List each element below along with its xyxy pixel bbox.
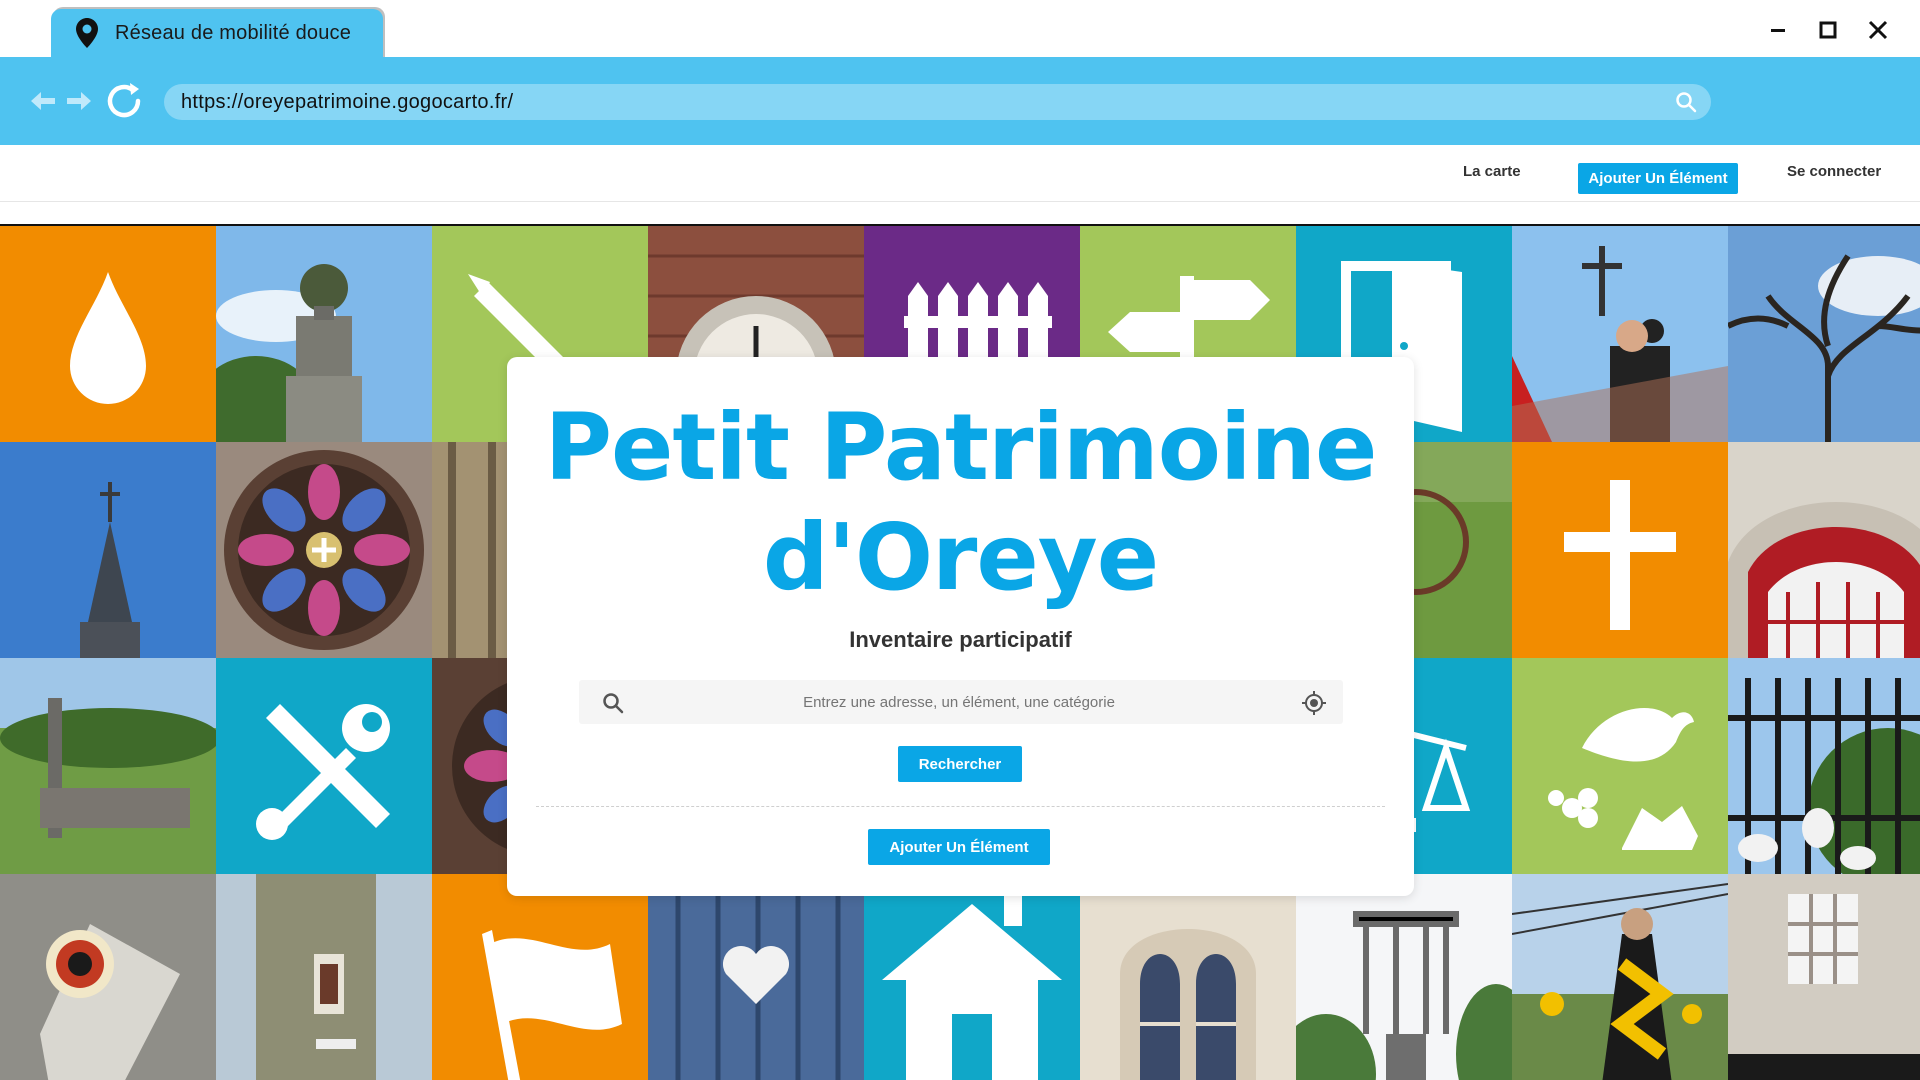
title-line-1: Petit Patrimoine	[544, 394, 1378, 501]
arched-gate-photo	[1728, 442, 1920, 658]
menu-add-element-button[interactable]: Ajouter Un Élément	[1578, 163, 1738, 194]
add-element-button[interactable]: Ajouter Un Élément	[868, 829, 1050, 865]
bird-icon	[1548, 708, 1698, 850]
back-arrow-icon[interactable]	[28, 79, 58, 123]
search-icon[interactable]	[1675, 91, 1697, 113]
minimize-icon[interactable]	[1764, 16, 1792, 44]
wooden-door-heart-photo	[648, 874, 864, 1080]
menu-link-map[interactable]: La carte	[1463, 163, 1521, 180]
iron-fence-photo	[1728, 658, 1920, 874]
church-spire-photo	[0, 442, 216, 658]
old-tree-photo	[1728, 226, 1920, 442]
search-icon	[601, 691, 625, 715]
browser-titlebar: Réseau de mobilité douce	[0, 0, 1920, 57]
site-header: La carte Ajouter Un Élément Se connecter	[0, 145, 1920, 202]
washhouse-photo	[1728, 874, 1920, 1080]
search-box	[579, 680, 1343, 724]
cross-restoration-photo	[1512, 226, 1728, 442]
map-pin-icon	[73, 16, 101, 50]
window-controls	[1764, 16, 1892, 44]
url-text: https://oreyepatrimoine.gogocarto.fr/	[181, 90, 514, 113]
tools-tile	[216, 658, 432, 874]
tab-title: Réseau de mobilité douce	[115, 21, 352, 44]
water-drop-icon	[70, 272, 146, 404]
boundary-stone-photo	[0, 874, 216, 1080]
maximize-icon[interactable]	[1814, 16, 1842, 44]
house-icon	[882, 886, 1062, 1080]
water-drop-tile	[0, 226, 216, 442]
cross-icon	[1564, 480, 1676, 630]
page-title: Petit Patrimoine d'Oreye	[507, 393, 1414, 613]
tools-icon	[256, 704, 390, 840]
search-button[interactable]: Rechercher	[898, 746, 1022, 782]
card-divider	[536, 806, 1385, 807]
search-input[interactable]	[639, 680, 1279, 724]
hero-card: Petit Patrimoine d'Oreye Inventaire part…	[507, 357, 1414, 896]
browser-tab[interactable]: Réseau de mobilité douce	[51, 9, 383, 57]
title-line-2: d'Oreye	[762, 504, 1159, 611]
chapel-windows-photo	[1080, 874, 1296, 1080]
gazebo-photo	[1296, 874, 1512, 1080]
geolocate-icon[interactable]	[1301, 690, 1327, 716]
flag-icon	[482, 930, 622, 1080]
close-icon[interactable]	[1864, 16, 1892, 44]
water-pump-photo	[0, 658, 216, 874]
nature-tile	[1512, 658, 1728, 874]
forward-arrow-icon[interactable]	[64, 79, 94, 123]
browser-navbar: https://oreyepatrimoine.gogocarto.fr/	[0, 57, 1920, 145]
rose-window-photo	[216, 442, 432, 658]
cross-tile	[1512, 442, 1728, 658]
house-tile	[864, 874, 1080, 1080]
reload-icon[interactable]	[102, 79, 146, 123]
page-subtitle: Inventaire participatif	[849, 627, 1072, 652]
flag-tile	[432, 874, 648, 1080]
tree-shrine-photo	[216, 874, 432, 1080]
giant-parade-photo	[1512, 874, 1728, 1080]
stone-monument-photo	[216, 226, 432, 442]
menu-link-login[interactable]: Se connecter	[1787, 163, 1881, 180]
url-bar[interactable]: https://oreyepatrimoine.gogocarto.fr/	[164, 84, 1711, 120]
